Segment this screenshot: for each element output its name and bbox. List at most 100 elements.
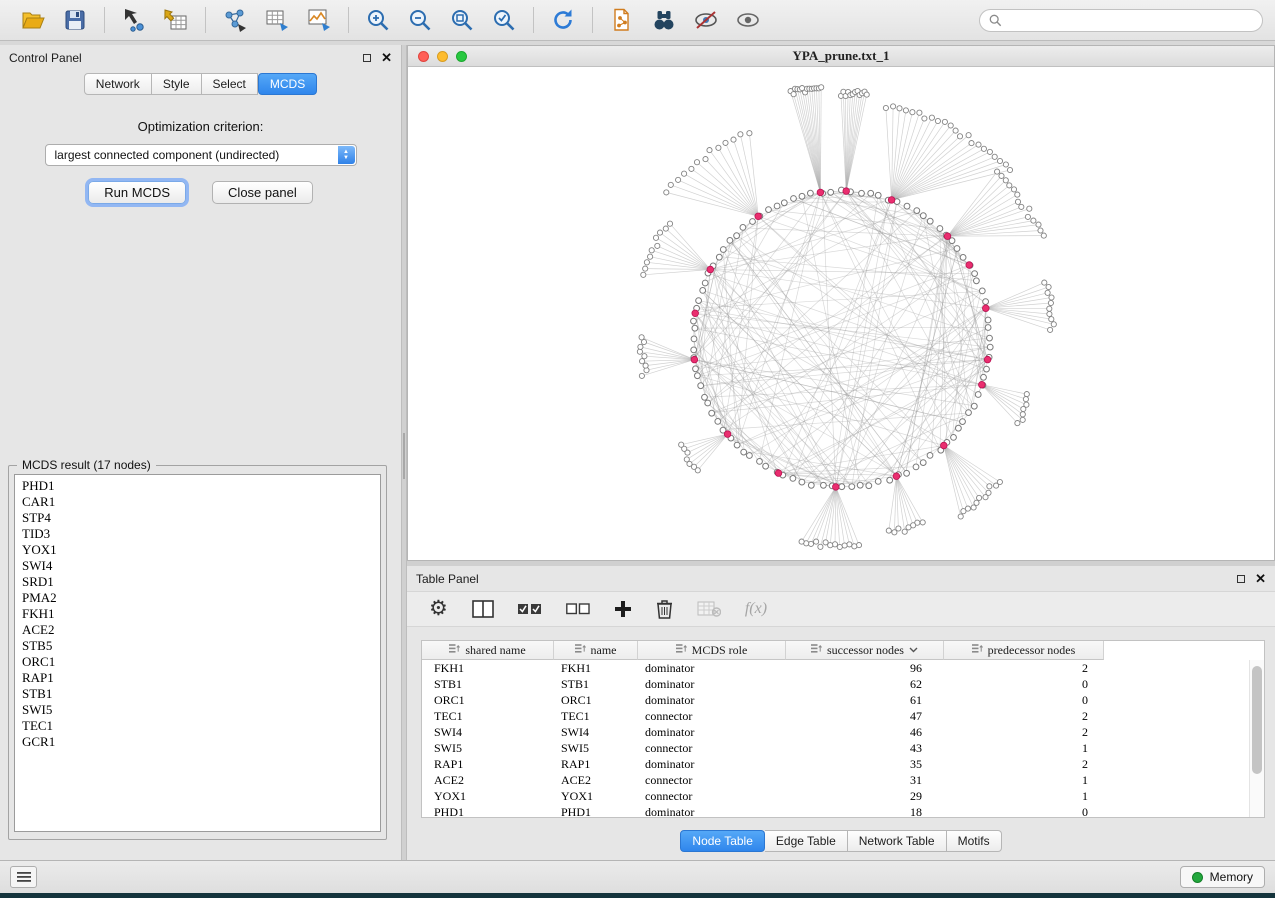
cell-predecessor-nodes: 0 [944,677,1104,692]
table-row[interactable]: TEC1TEC1connector472 [422,708,1264,724]
criterion-select[interactable]: largest connected component (undirected)… [45,144,357,166]
settings-gear-icon[interactable]: ⚙ [429,597,448,621]
deselect-all-icon[interactable] [566,597,590,621]
close-window-icon[interactable] [418,51,429,62]
import-network-icon[interactable] [119,5,149,35]
refresh-icon[interactable] [548,5,578,35]
table-header-row: shared namenameMCDS rolesuccessor nodesp… [422,641,1264,660]
mcds-result-list[interactable]: PHD1CAR1STP4TID3YOX1SWI4SRD1PMA2FKH1ACE2… [14,474,381,832]
mcds-node-item[interactable]: PHD1 [22,478,373,494]
mcds-node-item[interactable]: SWI4 [22,558,373,574]
float-panel-icon[interactable] [363,54,371,62]
tab-select[interactable]: Select [202,73,258,95]
zoom-fit-icon[interactable] [447,5,477,35]
node-table: shared namenameMCDS rolesuccessor nodesp… [421,640,1265,818]
table-row[interactable]: SWI5SWI5connector431 [422,740,1264,756]
function-builder-icon: f(x) [745,597,767,621]
network-graph[interactable] [408,67,1274,560]
split-columns-icon[interactable] [472,597,494,621]
mcds-node-item[interactable]: TEC1 [22,718,373,734]
tab-motifs[interactable]: Motifs [947,830,1002,852]
export-image-icon[interactable] [304,5,334,35]
export-table-icon[interactable] [262,5,292,35]
mcds-node-item[interactable]: STB5 [22,638,373,654]
cell-name: YOX1 [554,789,638,804]
network-window-titlebar[interactable]: YPA_prune.txt_1 [408,46,1274,67]
eye-slash-icon[interactable] [691,5,721,35]
cell-predecessor-nodes: 1 [944,789,1104,804]
close-panel-button[interactable]: Close panel [212,181,313,204]
tab-edge-table[interactable]: Edge Table [765,830,848,852]
tab-node-table[interactable]: Node Table [680,830,765,852]
table-scrollbar[interactable] [1249,660,1264,817]
import-table-icon[interactable] [161,5,191,35]
delete-column-icon[interactable] [656,597,673,621]
column-header-shared-name[interactable]: shared name [422,641,554,660]
minimize-window-icon[interactable] [437,51,448,62]
cell-name: PHD1 [554,805,638,819]
eye-icon[interactable] [733,5,763,35]
mcds-node-item[interactable]: GCR1 [22,734,373,750]
tab-mcds[interactable]: MCDS [258,73,317,95]
mcds-node-item[interactable]: SWI5 [22,702,373,718]
cell-mcds-role: connector [638,709,786,724]
mcds-node-item[interactable]: FKH1 [22,606,373,622]
chevron-down-icon[interactable] [909,647,918,653]
toolbar-separator [592,7,593,33]
document-share-icon[interactable] [607,5,637,35]
float-table-panel-icon[interactable] [1237,575,1245,583]
cell-successor-nodes: 61 [786,693,944,708]
add-column-icon[interactable] [614,597,632,621]
cell-mcds-role: dominator [638,677,786,692]
maximize-window-icon[interactable] [456,51,467,62]
table-row[interactable]: FKH1FKH1dominator962 [422,660,1264,676]
cell-successor-nodes: 62 [786,677,944,692]
search-box[interactable] [979,9,1263,32]
column-header-predecessor-nodes[interactable]: predecessor nodes [944,641,1104,660]
cell-mcds-role: connector [638,773,786,788]
table-row[interactable]: YOX1YOX1connector291 [422,788,1264,804]
mcds-node-item[interactable]: SRD1 [22,574,373,590]
close-table-panel-icon[interactable]: ✕ [1255,574,1266,584]
mcds-node-item[interactable]: PMA2 [22,590,373,606]
export-network-icon[interactable] [220,5,250,35]
column-header-mcds-role[interactable]: MCDS role [638,641,786,660]
mcds-node-item[interactable]: YOX1 [22,542,373,558]
table-row[interactable]: ACE2ACE2connector311 [422,772,1264,788]
network-canvas[interactable] [408,67,1274,560]
select-all-icon[interactable] [518,597,542,621]
tab-network-table[interactable]: Network Table [848,830,947,852]
search-input[interactable] [1008,13,1253,27]
mcds-node-item[interactable]: STB1 [22,686,373,702]
table-row[interactable]: PHD1PHD1dominator180 [422,804,1264,818]
zoom-out-icon[interactable] [405,5,435,35]
zoom-in-icon[interactable] [363,5,393,35]
table-row[interactable]: ORC1ORC1dominator610 [422,692,1264,708]
table-row[interactable]: SWI4SWI4dominator462 [422,724,1264,740]
mcds-node-item[interactable]: CAR1 [22,494,373,510]
mcds-result-title: MCDS result (17 nodes) [17,458,156,472]
open-folder-icon[interactable] [18,5,48,35]
memory-button[interactable]: Memory [1180,866,1265,888]
zoom-selected-icon[interactable] [489,5,519,35]
mcds-node-item[interactable]: ORC1 [22,654,373,670]
column-header-successor-nodes[interactable]: successor nodes [786,641,944,660]
mcds-node-item[interactable]: ACE2 [22,622,373,638]
scrollbar-thumb[interactable] [1252,666,1262,774]
binoculars-icon[interactable] [649,5,679,35]
run-mcds-button[interactable]: Run MCDS [88,181,186,204]
column-header-name[interactable]: name [554,641,638,660]
network-view-window: YPA_prune.txt_1 [407,45,1275,561]
close-panel-icon[interactable]: ✕ [381,53,392,63]
tab-network[interactable]: Network [84,73,152,95]
mcds-node-item[interactable]: STP4 [22,510,373,526]
table-row[interactable]: STB1STB1dominator620 [422,676,1264,692]
mcds-node-item[interactable]: TID3 [22,526,373,542]
table-panel-title: Table Panel [416,572,479,586]
mcds-node-item[interactable]: RAP1 [22,670,373,686]
table-row[interactable]: RAP1RAP1dominator352 [422,756,1264,772]
panel-list-button[interactable] [10,866,37,888]
memory-label: Memory [1210,870,1253,884]
save-icon[interactable] [60,5,90,35]
tab-style[interactable]: Style [152,73,202,95]
